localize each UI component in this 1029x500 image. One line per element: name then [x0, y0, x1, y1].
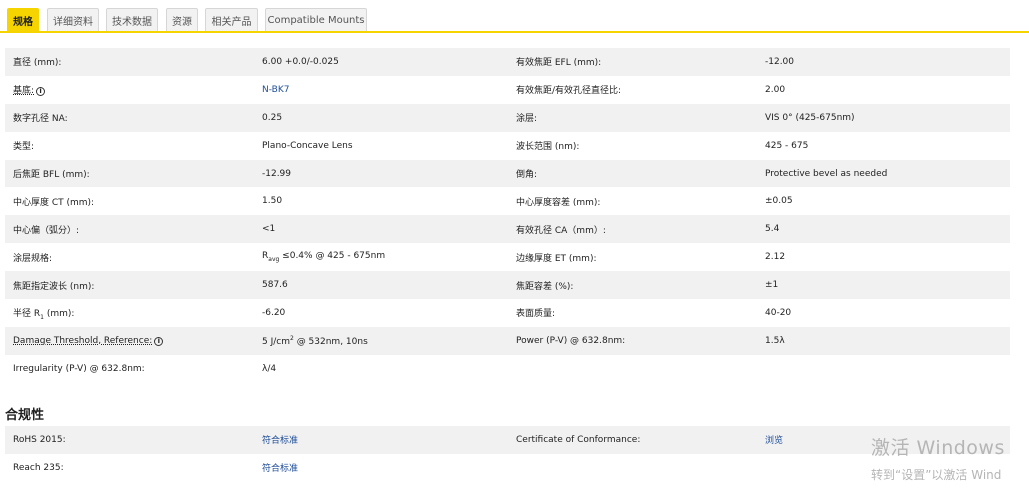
spec-value: 2.12	[765, 252, 786, 263]
spec-label: Power (P-V) @ 632.8nm:	[516, 335, 626, 346]
value-subscript: avg	[268, 256, 280, 264]
table-row: Reach 235: 符合标准	[5, 454, 1010, 482]
label-part: 半径 R	[13, 308, 41, 319]
spec-label: 表面质量:	[516, 309, 556, 320]
tab-related-products[interactable]: 相关产品	[205, 8, 258, 32]
table-row: RoHS 2015: 符合标准 Certificate of Conforman…	[5, 426, 1010, 454]
spec-value: -12.99	[262, 168, 292, 179]
spec-label: 后焦距 BFL (mm):	[13, 170, 90, 180]
spec-value: Ravg ≤0.4% @ 425 - 675nm	[262, 251, 385, 263]
spec-value: <1	[262, 224, 276, 235]
tab-resources[interactable]: 资源	[166, 8, 198, 32]
value-part: @ 532nm, 10ns	[293, 336, 368, 347]
compliance-label: RoHS 2015:	[13, 434, 66, 445]
tab-bar: 规格 详细资料 技术数据 资源 相关产品 Compatible Mounts	[0, 0, 1029, 34]
spec-label: 焦距指定波长 (nm):	[13, 281, 95, 292]
rohs-compliant-link[interactable]: 符合标准	[262, 433, 298, 446]
tab-label: 规格	[13, 17, 33, 28]
tab-technical-data[interactable]: 技术数据	[106, 8, 158, 32]
spec-label: 中心厚度 CT (mm):	[13, 197, 95, 208]
table-row: 中心偏（弧分）: <1 有效孔径 CA（mm）: 5.4	[5, 215, 1010, 244]
substrate-link[interactable]: N-BK7	[262, 85, 289, 95]
value-part: 5 J/cm	[262, 336, 290, 347]
table-row: 后焦距 BFL (mm): -12.99 倒角: Protective beve…	[5, 159, 1010, 188]
table-row: 中心厚度 CT (mm): 1.50 中心厚度容差 (mm): ±0.05	[5, 187, 1010, 215]
spec-value: ±1	[765, 280, 779, 291]
spec-label: 有效焦距/有效孔径直径比:	[516, 86, 622, 97]
table-row: 直径 (mm): 6.00 +0.0/-0.025 有效焦距 EFL (mm):…	[5, 48, 1010, 76]
tab-specs[interactable]: 规格	[7, 8, 39, 32]
spec-label: 中心偏（弧分）:	[13, 225, 80, 236]
specs-table: 直径 (mm): 6.00 +0.0/-0.025 有效焦距 EFL (mm):…	[5, 48, 1010, 383]
label-part: (mm):	[43, 308, 75, 319]
tab-underline	[0, 31, 1029, 33]
spec-label: 有效焦距 EFL (mm):	[516, 58, 602, 69]
spec-value: -6.20	[262, 307, 286, 318]
spec-value: 5.4	[765, 224, 780, 235]
spec-value: 587.6	[262, 280, 288, 291]
spec-value: -12.00	[765, 56, 795, 67]
reach-compliant-link[interactable]: 符合标准	[262, 461, 298, 474]
spec-value: 1.50	[262, 196, 283, 207]
spec-label: 边缘厚度 ET (mm):	[516, 253, 597, 264]
spec-value: 2.00	[765, 84, 786, 95]
substrate-label: 基底:	[13, 86, 35, 97]
spec-value: 5 J/cm2 @ 532nm, 10ns	[262, 335, 368, 347]
spec-value: VIS 0° (425-675nm)	[765, 112, 855, 123]
tab-compatible-mounts[interactable]: Compatible Mounts	[265, 8, 367, 32]
spec-value: 0.25	[262, 112, 283, 123]
spec-label: 倒角:	[516, 170, 538, 180]
info-icon[interactable]: i	[36, 87, 46, 97]
spec-label: 直径 (mm):	[13, 58, 62, 69]
spec-value: λ/4	[262, 363, 277, 374]
table-row: 类型: Plano-Concave Lens 波长范围 (nm): 425 - …	[5, 132, 1010, 160]
compliance-label: Reach 235:	[13, 462, 64, 473]
spec-label: 涂层:	[516, 114, 538, 125]
tab-label: Compatible Mounts	[267, 15, 365, 26]
compliance-label: Certificate of Conformance:	[516, 434, 641, 445]
table-row: 焦距指定波长 (nm): 587.6 焦距容差 (%): ±1	[5, 271, 1010, 300]
table-row: 数字孔径 NA: 0.25 涂层: VIS 0° (425-675nm)	[5, 103, 1010, 132]
tab-details[interactable]: 详细资料	[47, 8, 99, 32]
spec-label: 焦距容差 (%):	[516, 281, 574, 292]
table-row: 基底: i N-BK7 有效焦距/有效孔径直径比: 2.00	[5, 76, 1010, 104]
tab-label: 详细资料	[53, 17, 93, 28]
spec-value: 1.5λ	[765, 335, 785, 346]
spec-value: Plano-Concave Lens	[262, 140, 353, 151]
compliance-table: RoHS 2015: 符合标准 Certificate of Conforman…	[5, 426, 1010, 482]
spec-value: 425 - 675	[765, 140, 809, 151]
spec-label: 基底: i	[13, 83, 46, 97]
spec-label: 半径 R1 (mm):	[13, 306, 74, 321]
spec-label: Irregularity (P-V) @ 632.8nm:	[13, 363, 145, 374]
spec-label: Damage Threshold, Reference: i	[13, 335, 164, 346]
value-part: ≤0.4% @ 425 - 675nm	[279, 251, 386, 262]
table-row: 半径 R1 (mm): -6.20 表面质量: 40-20	[5, 299, 1010, 327]
compliance-heading: 合规性	[5, 408, 45, 423]
info-icon[interactable]: i	[154, 336, 164, 346]
spec-value: Protective bevel as needed	[765, 168, 888, 179]
table-row: Irregularity (P-V) @ 632.8nm: λ/4	[5, 355, 1010, 383]
spec-label: 涂层规格:	[13, 253, 53, 264]
spec-label: 波长范围 (nm):	[516, 142, 580, 153]
spec-value: ±0.05	[765, 196, 793, 207]
certificate-view-link[interactable]: 浏览	[765, 433, 783, 446]
spec-label: 数字孔径 NA:	[13, 114, 68, 125]
spec-label: 中心厚度容差 (mm):	[516, 197, 601, 208]
spec-label: 类型:	[13, 142, 35, 153]
tab-label: 相关产品	[211, 17, 252, 28]
spec-value: 40-20	[765, 307, 792, 318]
table-row: Damage Threshold, Reference: i 5 J/cm2 @ …	[5, 326, 1010, 355]
table-row: 涂层规格: Ravg ≤0.4% @ 425 - 675nm 边缘厚度 ET (…	[5, 243, 1010, 271]
damage-threshold-label: Damage Threshold, Reference:	[13, 335, 153, 346]
spec-value: 6.00 +0.0/-0.025	[262, 56, 339, 67]
tab-label: 技术数据	[112, 17, 152, 28]
spec-label: 有效孔径 CA（mm）:	[516, 225, 606, 236]
tab-label: 资源	[172, 17, 192, 28]
